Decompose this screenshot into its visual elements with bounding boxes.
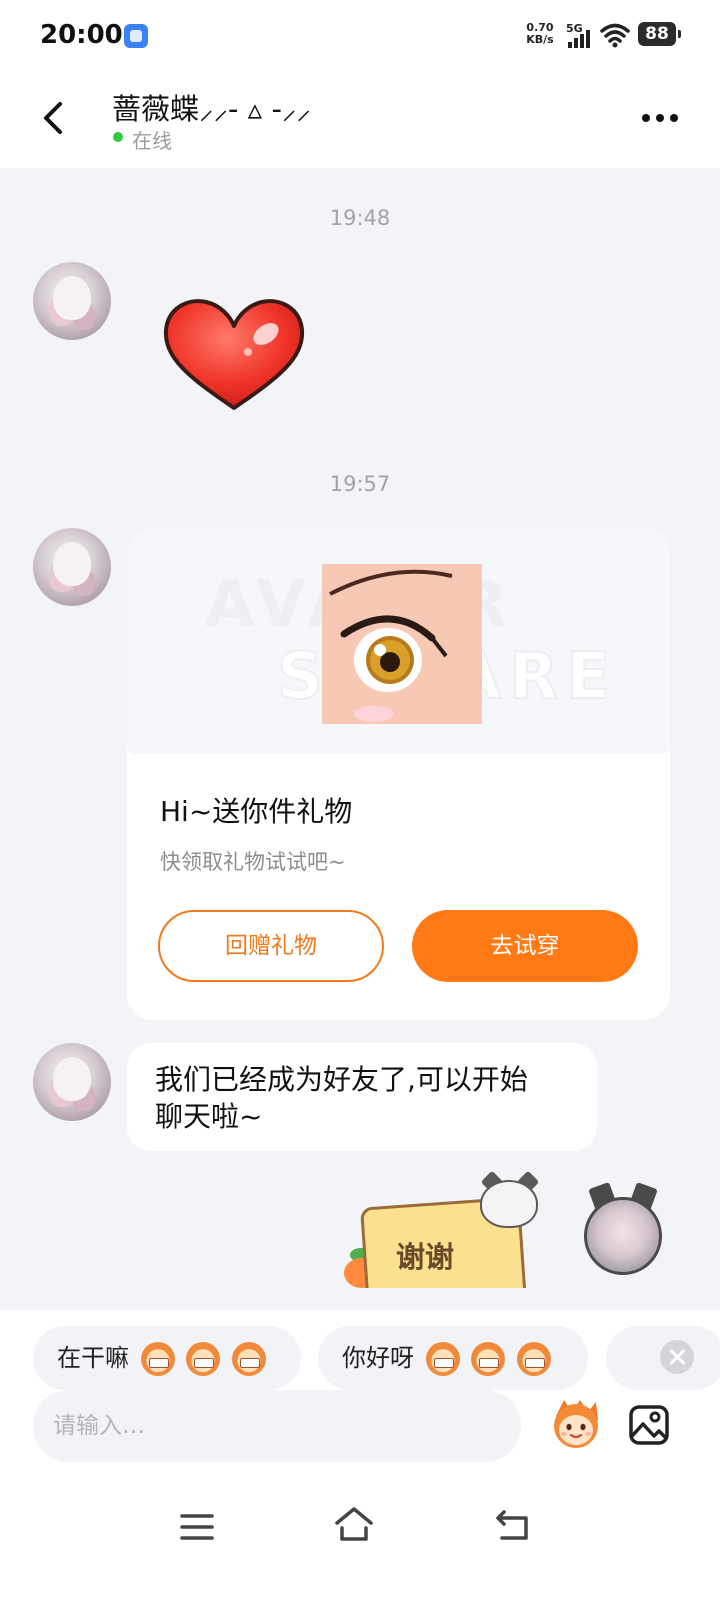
cat-face-icon xyxy=(480,1180,538,1228)
online-status-text: 在线 xyxy=(132,129,172,153)
more-dots-icon[interactable] xyxy=(640,106,680,130)
message-text-line: 我们已经成为好友了,可以开始 xyxy=(155,1063,528,1096)
quick-reply-chip[interactable]: 你好呀 xyxy=(318,1326,588,1390)
network-speed: 0.70 KB/s xyxy=(520,22,560,46)
message-text-line: 聊天啦~ xyxy=(155,1100,263,1133)
network-speed-unit: KB/s xyxy=(526,33,554,46)
gift-subtitle: 快领取礼物试试吧~ xyxy=(160,850,346,874)
quick-reply-text: 你好呀 xyxy=(342,1344,414,1372)
gift-title: Hi~送你件礼物 xyxy=(160,795,353,828)
gift-preview-image[interactable] xyxy=(322,564,482,724)
message-timestamp: 19:48 xyxy=(329,206,391,230)
red-heart-sticker[interactable] xyxy=(160,296,308,416)
thanks-cat-sticker[interactable]: 谢谢 xyxy=(340,1170,540,1288)
home-icon[interactable] xyxy=(334,1506,374,1542)
signal-icon xyxy=(568,30,590,48)
contact-avatar[interactable] xyxy=(33,1043,111,1121)
system-nav-bar xyxy=(0,1490,720,1600)
status-bar: 20:00 0.70 KB/s 5G 88 xyxy=(0,0,720,70)
gift-card[interactable]: AVATAR SQUARE Hi~送你件礼物 快领取礼物试试吧~ 回赠礼物 去试… xyxy=(127,528,670,1020)
contact-avatar[interactable] xyxy=(33,528,111,606)
close-icon[interactable] xyxy=(660,1340,694,1374)
contact-name[interactable]: 蔷薇蝶⸝⸝- ▵ -⸝⸝ xyxy=(112,86,311,128)
grin-emoji-icon xyxy=(425,1342,460,1376)
battery-indicator: 88 xyxy=(638,22,681,46)
status-time: 20:00 xyxy=(40,20,123,50)
avatar-image xyxy=(584,1197,662,1275)
grin-emoji-icon xyxy=(231,1342,266,1376)
back-arrow-icon[interactable] xyxy=(38,98,68,138)
wifi-icon xyxy=(600,23,630,48)
my-avatar[interactable] xyxy=(580,1182,666,1283)
return-gift-button[interactable]: 回赠礼物 xyxy=(158,910,384,982)
emoji-face-icon[interactable] xyxy=(548,1394,604,1450)
image-icon[interactable] xyxy=(628,1404,670,1446)
back-icon[interactable] xyxy=(494,1508,530,1542)
quick-reply-chip[interactable]: 在干嘛 xyxy=(33,1326,301,1390)
text-message-bubble[interactable]: 我们已经成为好友了,可以开始 聊天啦~ xyxy=(127,1043,597,1151)
chat-header: 蔷薇蝶⸝⸝- ▵ -⸝⸝ 在线 xyxy=(0,70,720,168)
try-on-button[interactable]: 去试穿 xyxy=(412,910,638,982)
grin-emoji-icon xyxy=(186,1342,221,1376)
online-status-dot xyxy=(113,132,123,142)
message-timestamp: 19:57 xyxy=(329,472,391,496)
contact-avatar[interactable] xyxy=(33,262,111,340)
message-input[interactable] xyxy=(33,1390,521,1462)
gift-banner: AVATAR SQUARE xyxy=(127,528,670,754)
menu-icon[interactable] xyxy=(180,1512,214,1542)
grin-emoji-icon xyxy=(471,1342,506,1376)
thanks-sign-text: 谢谢 xyxy=(396,1240,455,1274)
app-notification-icon xyxy=(124,24,148,48)
grin-emoji-icon xyxy=(516,1342,551,1376)
quick-reply-row[interactable]: 在干嘛 你好呀 xyxy=(0,1326,720,1392)
grin-emoji-icon xyxy=(140,1342,175,1376)
quick-reply-text: 在干嘛 xyxy=(57,1344,129,1372)
chat-messages[interactable]: 19:48 19:57 AVATAR SQUARE xyxy=(0,168,720,1318)
